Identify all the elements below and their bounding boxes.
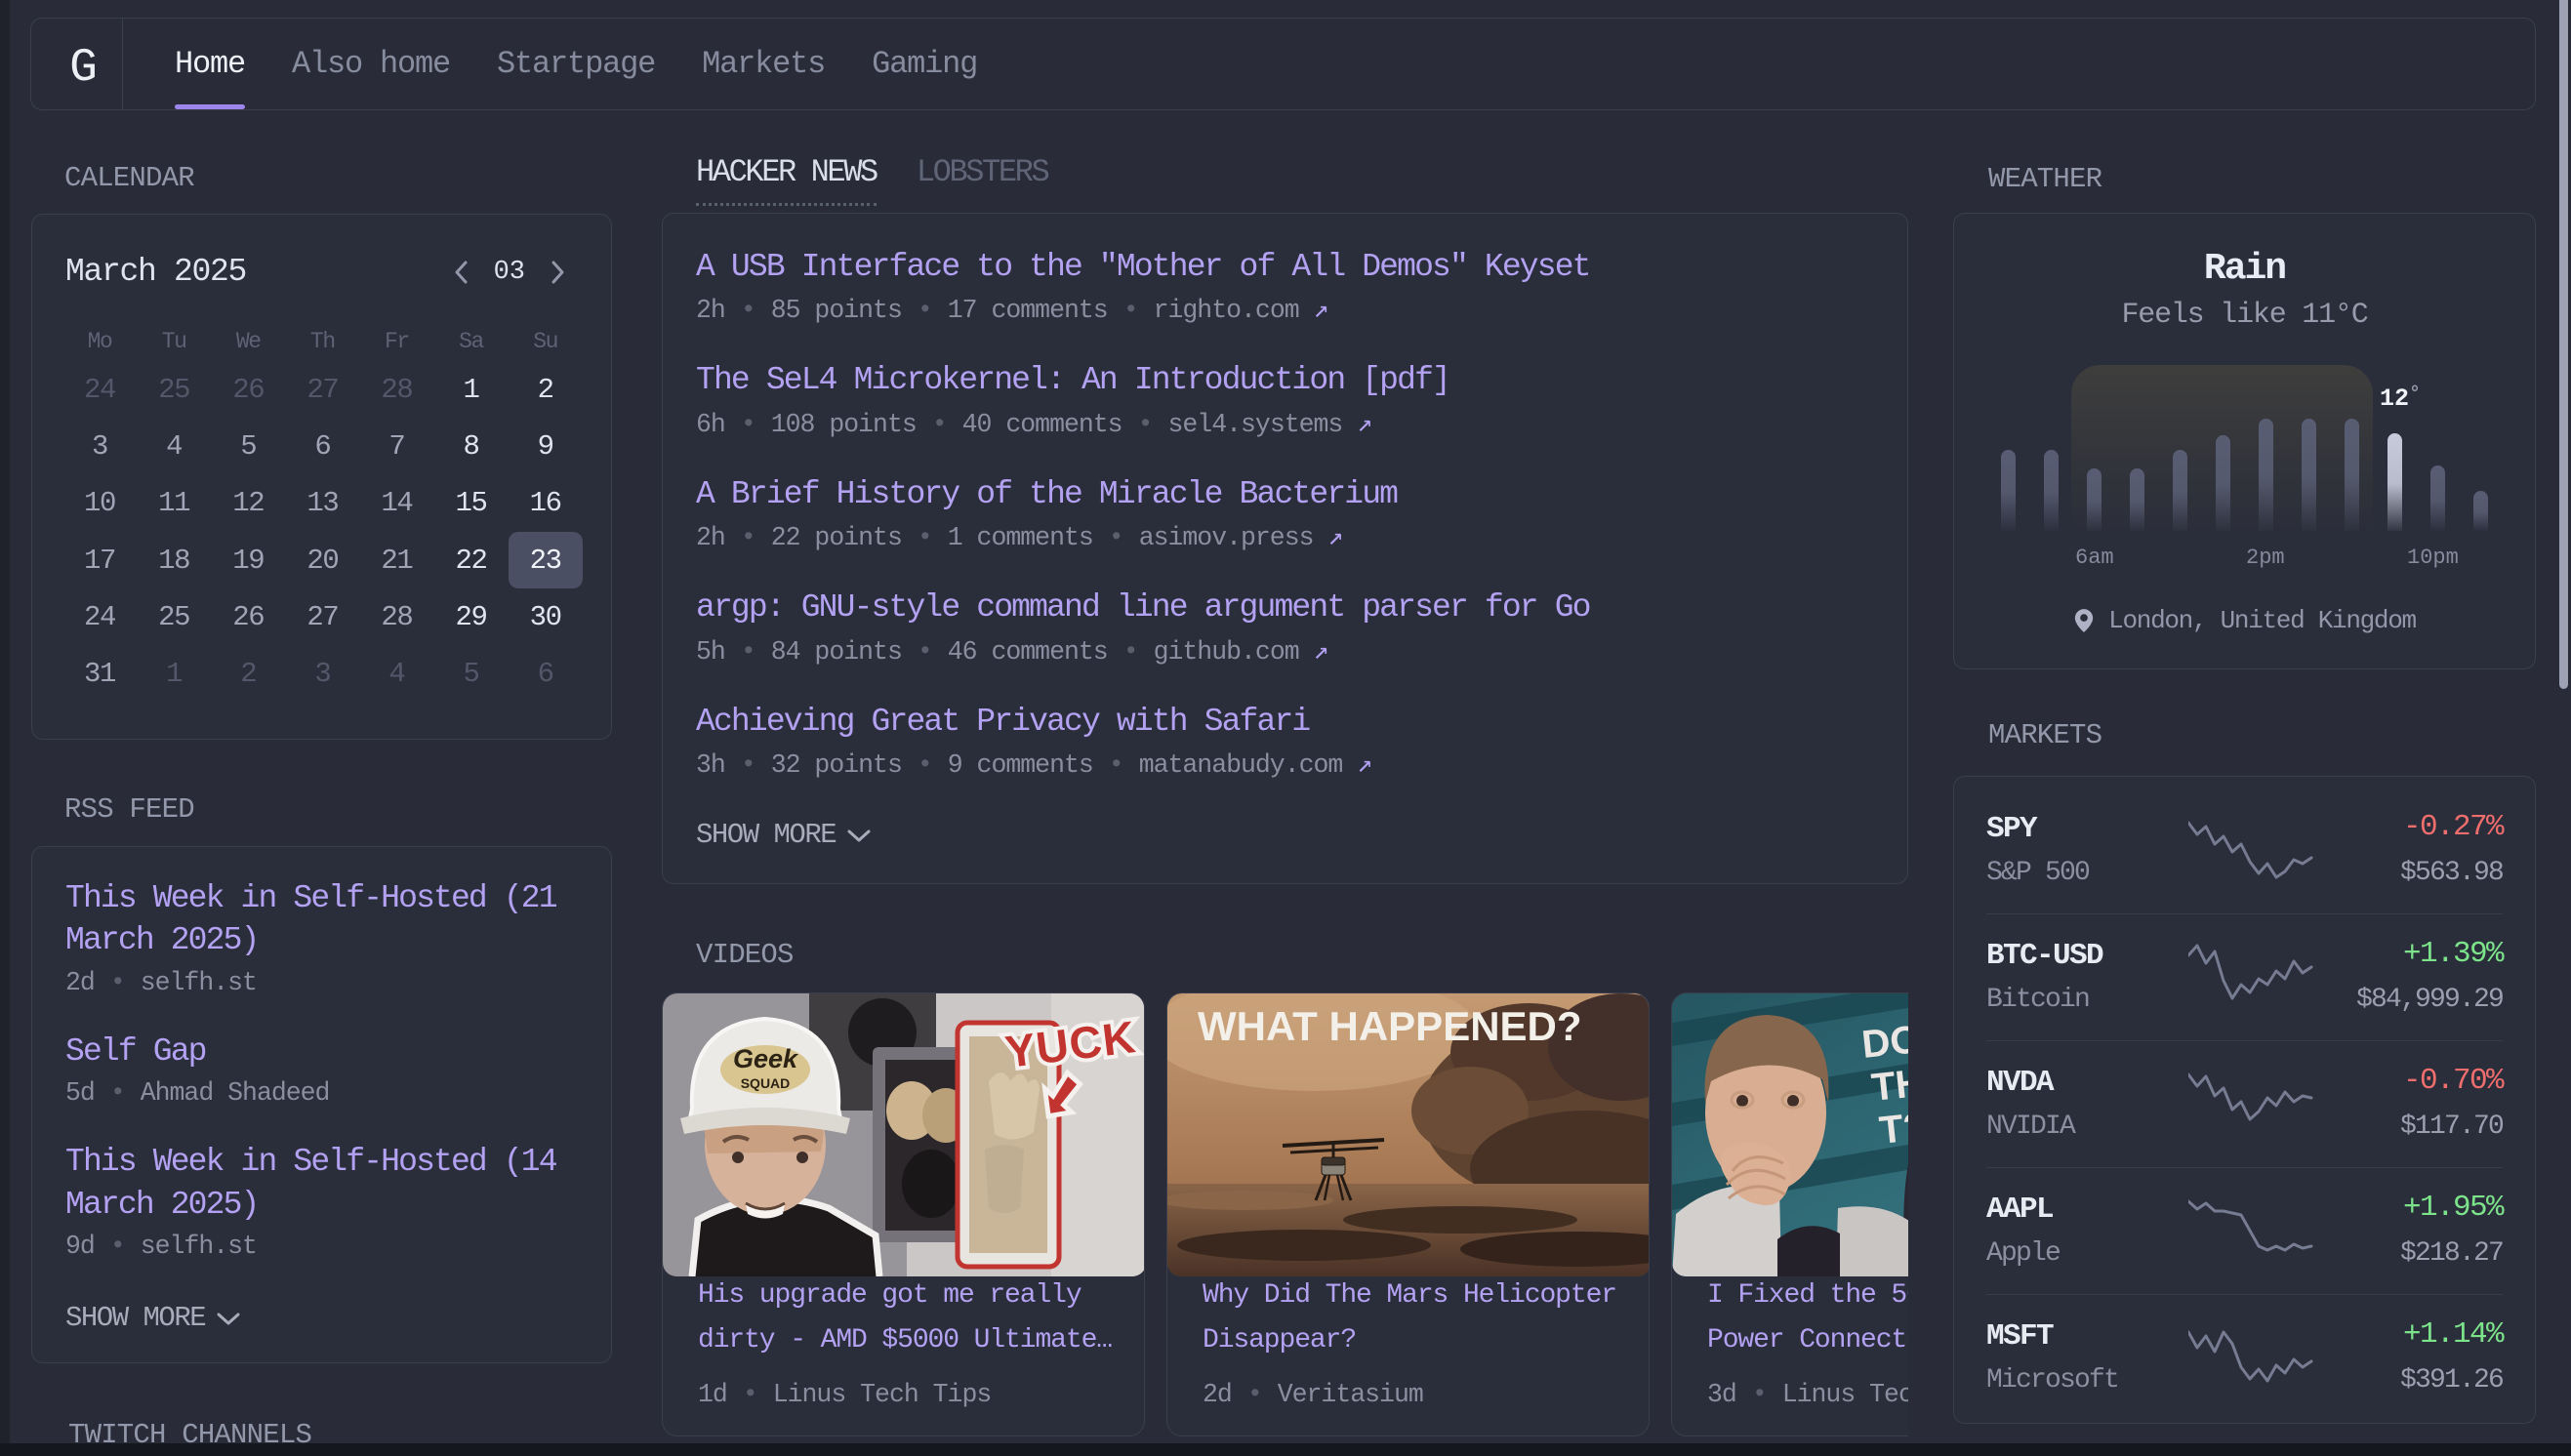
svg-text:TH: TH [1869, 1062, 1908, 1110]
svg-text:DO: DO [1859, 1018, 1908, 1067]
svg-text:SQUAD: SQUAD [741, 1075, 791, 1091]
svg-text:WHAT HAPPENED?: WHAT HAPPENED? [1198, 1003, 1582, 1049]
svg-text:T?: T? [1877, 1105, 1908, 1153]
svg-text:Geek: Geek [733, 1044, 799, 1073]
